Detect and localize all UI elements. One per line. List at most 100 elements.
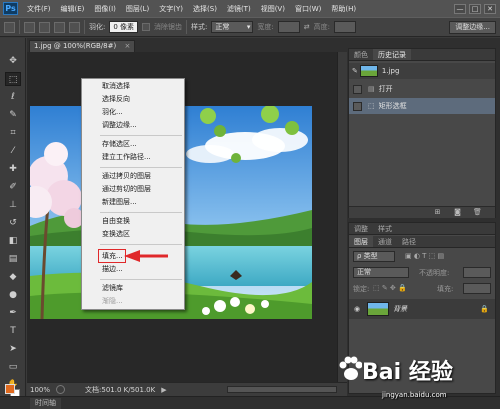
maximize-button[interactable]: □ bbox=[469, 3, 481, 14]
menu-new-layer[interactable]: 新建图层... bbox=[102, 198, 137, 207]
close-tab-icon[interactable]: × bbox=[124, 42, 130, 50]
menu-select[interactable]: 选择(S) bbox=[188, 4, 222, 14]
fill-input[interactable] bbox=[463, 283, 491, 294]
move-tool-icon[interactable]: ✥ bbox=[5, 54, 21, 68]
width-input[interactable] bbox=[277, 21, 300, 33]
marquee-icon: ⬚ bbox=[368, 102, 375, 110]
menu-window[interactable]: 窗口(W) bbox=[290, 4, 326, 14]
intersect-selection-icon[interactable] bbox=[69, 21, 80, 33]
history-source-checkbox[interactable] bbox=[353, 101, 362, 111]
menu-separator bbox=[100, 244, 182, 245]
menu-edit[interactable]: 编辑(E) bbox=[56, 4, 90, 14]
lasso-tool-icon[interactable]: ℓ bbox=[5, 90, 21, 104]
tab-layers[interactable]: 图层 bbox=[349, 236, 373, 247]
add-selection-icon[interactable] bbox=[39, 21, 50, 33]
layer-filter-select[interactable]: ρ 类型 bbox=[353, 251, 395, 262]
new-selection-icon[interactable] bbox=[24, 21, 35, 33]
menu-filter[interactable]: 滤镜(T) bbox=[222, 4, 256, 14]
foreground-color-swatch[interactable] bbox=[5, 384, 15, 394]
menu-filter-gallery[interactable]: 滤镜库 bbox=[102, 284, 123, 293]
status-menu-icon[interactable] bbox=[56, 385, 66, 394]
tab-paths[interactable]: 路径 bbox=[397, 236, 421, 247]
swap-icon[interactable]: ⇄ bbox=[304, 23, 310, 31]
vertical-scrollbar[interactable] bbox=[337, 52, 347, 382]
tools-panel: ✥ ⬚ ℓ ✎ ⌗ ⁄ ✚ ✐ ⊥ ↺ ◧ ▤ ◆ ● ✒ T ➤ ▭ ✋ bbox=[0, 38, 26, 409]
blend-mode-select[interactable]: 正常 bbox=[353, 267, 409, 278]
shape-tool-icon[interactable]: ▭ bbox=[5, 360, 21, 374]
path-select-icon[interactable]: ➤ bbox=[5, 342, 21, 356]
menu-view[interactable]: 视图(V) bbox=[256, 4, 290, 14]
opacity-input[interactable] bbox=[463, 267, 491, 278]
history-brush-icon[interactable]: ↺ bbox=[5, 216, 21, 230]
menu-help[interactable]: 帮助(H) bbox=[326, 4, 361, 14]
close-button[interactable]: ✕ bbox=[484, 3, 496, 14]
history-entry-active[interactable]: ⬚ 矩形选框 bbox=[349, 98, 495, 114]
menu-layer-via-copy[interactable]: 通过拷贝的图层 bbox=[102, 172, 151, 181]
marquee-preset-icon[interactable] bbox=[4, 21, 15, 33]
brush-tool-icon[interactable]: ✐ bbox=[5, 180, 21, 194]
zoom-level[interactable]: 100% bbox=[30, 386, 50, 394]
tab-adjustments[interactable]: 调整 bbox=[349, 223, 373, 234]
pen-tool-icon[interactable]: ✒ bbox=[5, 306, 21, 320]
delete-state-icon[interactable]: 🗑 bbox=[473, 208, 482, 217]
filter-icons[interactable]: ▣ ◐ T ⬚ ▤ bbox=[405, 252, 444, 260]
subtract-selection-icon[interactable] bbox=[54, 21, 65, 33]
lock-icons[interactable]: ⬚ ✎ ✥ 🔒 bbox=[373, 284, 407, 292]
antialias-checkbox[interactable] bbox=[142, 23, 151, 31]
height-input[interactable] bbox=[334, 21, 356, 33]
tab-history[interactable]: 历史记录 bbox=[373, 49, 411, 60]
menu-transform-selection[interactable]: 变换选区 bbox=[102, 230, 130, 239]
type-tool-icon[interactable]: T bbox=[5, 324, 21, 338]
menu-feather[interactable]: 羽化... bbox=[102, 108, 123, 117]
menu-make-work-path[interactable]: 建立工作路径... bbox=[102, 153, 151, 162]
history-entry-label: 矩形选框 bbox=[378, 102, 407, 110]
new-document-from-state-icon[interactable]: ⊞ bbox=[433, 208, 442, 217]
snapshot-name: 1.jpg bbox=[381, 67, 400, 75]
menu-refine-edge[interactable]: 调整边缘... bbox=[102, 121, 137, 130]
visibility-eye-icon[interactable]: ◉ bbox=[354, 305, 360, 313]
create-snapshot-icon[interactable]: ◙ bbox=[453, 208, 462, 217]
quick-select-tool-icon[interactable]: ✎ bbox=[5, 108, 21, 122]
menu-image[interactable]: 图像(I) bbox=[89, 4, 121, 14]
context-menu: 取消选择 选择反向 羽化... 调整边缘... 存储选区... 建立工作路径..… bbox=[81, 78, 185, 310]
healing-brush-icon[interactable]: ✚ bbox=[5, 162, 21, 176]
eraser-tool-icon[interactable]: ◧ bbox=[5, 234, 21, 248]
divider bbox=[186, 20, 188, 34]
eyedropper-tool-icon[interactable]: ⁄ bbox=[5, 144, 21, 158]
document-tabs: 1.jpg @ 100%(RGB/8#) × bbox=[27, 38, 347, 52]
minimize-button[interactable]: — bbox=[454, 3, 466, 14]
feather-input[interactable]: 0 像素 bbox=[109, 21, 139, 33]
menu-deselect[interactable]: 取消选择 bbox=[102, 82, 130, 91]
history-panel: 颜色 历史记录 ✎ 1.jpg ▤ 打开 ⬚ 矩形选框 ⊞ ◙ 🗑 bbox=[348, 48, 496, 218]
menu-file[interactable]: 文件(F) bbox=[22, 4, 56, 14]
blur-tool-icon[interactable]: ◆ bbox=[5, 270, 21, 284]
menu-select-inverse[interactable]: 选择反向 bbox=[102, 95, 130, 104]
crop-tool-icon[interactable]: ⌗ bbox=[5, 126, 21, 140]
dodge-tool-icon[interactable]: ● bbox=[5, 288, 21, 302]
tab-styles[interactable]: 样式 bbox=[373, 223, 397, 234]
menu-layer[interactable]: 图层(L) bbox=[121, 4, 154, 14]
layer-name: 背景 bbox=[393, 305, 408, 313]
menu-type[interactable]: 文字(Y) bbox=[154, 4, 188, 14]
status-bar: 100% 文档:501.0 K/501.0K ▶ bbox=[27, 382, 347, 396]
menu-save-selection[interactable]: 存储选区... bbox=[102, 140, 137, 149]
layer-row-background[interactable]: ◉ 背景 🔒 bbox=[349, 299, 495, 319]
menu-layer-via-cut[interactable]: 通过剪切的图层 bbox=[102, 185, 151, 194]
horizontal-scrollbar[interactable] bbox=[227, 386, 337, 393]
play-icon[interactable]: ▶ bbox=[161, 386, 166, 394]
gradient-tool-icon[interactable]: ▤ bbox=[5, 252, 21, 266]
refine-edge-button[interactable]: 调整边缘... bbox=[449, 20, 496, 34]
history-snapshot[interactable]: ✎ 1.jpg bbox=[349, 63, 495, 79]
rect-marquee-tool-icon[interactable]: ⬚ bbox=[5, 72, 21, 86]
style-select[interactable]: 正常 bbox=[211, 21, 254, 33]
history-source-checkbox[interactable] bbox=[353, 84, 362, 94]
tab-color[interactable]: 颜色 bbox=[349, 49, 373, 60]
menu-free-transform[interactable]: 自由变换 bbox=[102, 217, 130, 226]
document-tab[interactable]: 1.jpg @ 100%(RGB/8#) × bbox=[29, 40, 136, 52]
timeline-tab[interactable]: 时间轴 bbox=[30, 398, 61, 409]
menu-stroke[interactable]: 描边... bbox=[102, 265, 123, 274]
history-entry[interactable]: ▤ 打开 bbox=[349, 81, 495, 97]
clone-stamp-icon[interactable]: ⊥ bbox=[5, 198, 21, 212]
ps-logo: Ps bbox=[3, 2, 18, 15]
tab-channels[interactable]: 通道 bbox=[373, 236, 397, 247]
